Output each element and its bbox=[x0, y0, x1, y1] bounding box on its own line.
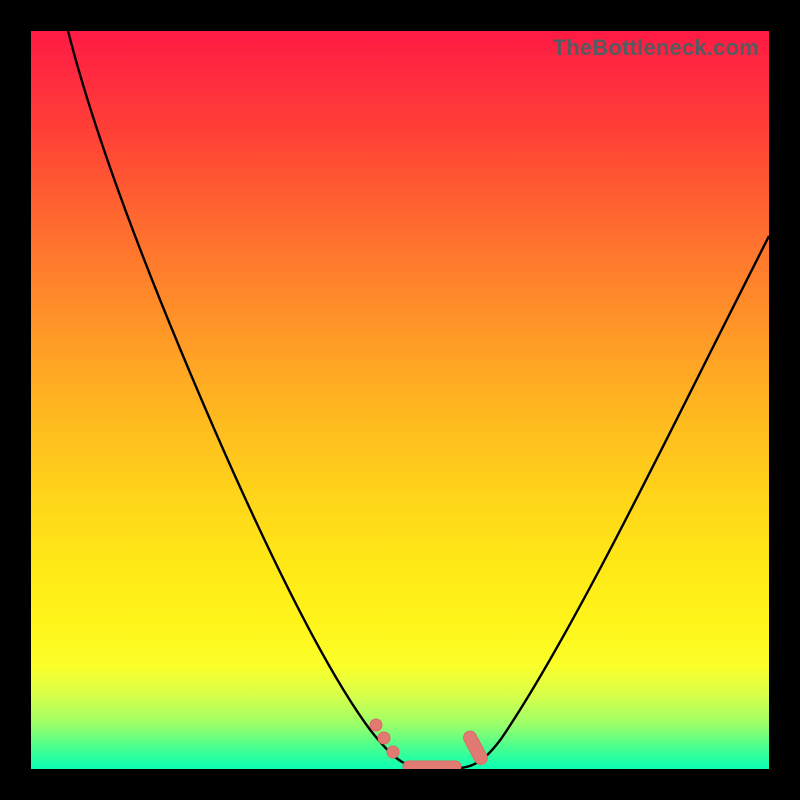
bottleneck-curve bbox=[68, 31, 769, 768]
marker-left-dot-1 bbox=[370, 719, 382, 731]
marker-flat-dash bbox=[403, 761, 461, 769]
marker-right-dash bbox=[461, 729, 489, 767]
marker-left-dot-2 bbox=[378, 732, 390, 744]
chart-frame: TheBottleneck.com bbox=[0, 0, 800, 800]
marker-group bbox=[370, 719, 490, 769]
plot-area: TheBottleneck.com bbox=[31, 31, 769, 769]
chart-svg bbox=[31, 31, 769, 769]
marker-left-dot-3 bbox=[387, 746, 399, 758]
